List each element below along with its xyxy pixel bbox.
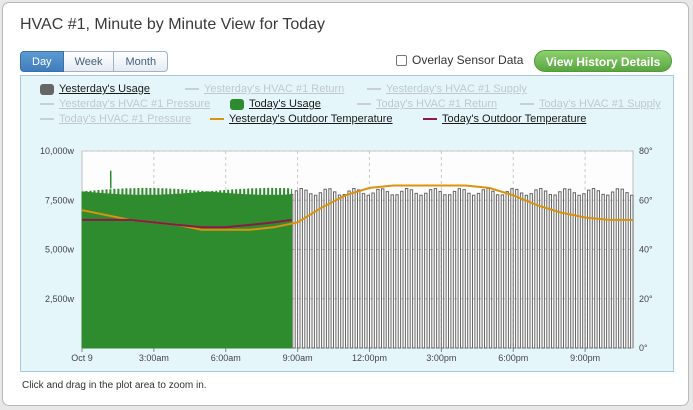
overlay-label: Overlay Sensor Data bbox=[412, 53, 524, 67]
tab-month[interactable]: Month bbox=[114, 51, 169, 72]
y-tick-label: 7,500w bbox=[45, 195, 75, 205]
x-tick-label: 6:00am bbox=[211, 353, 241, 363]
x-tick-label: 12:00pm bbox=[352, 353, 387, 363]
zoom-hint: Click and drag in the plot area to zoom … bbox=[22, 380, 207, 391]
chart-area[interactable]: Yesterday's Usage Yesterday's HVAC #1 Ret… bbox=[20, 75, 674, 372]
y2-tick-label: 80° bbox=[639, 146, 653, 156]
y2-tick-label: 40° bbox=[639, 245, 653, 255]
x-tick-label: 6:00pm bbox=[498, 353, 528, 363]
x-tick-label: 3:00am bbox=[139, 353, 169, 363]
y2-tick-label: 20° bbox=[639, 294, 653, 304]
usage-series-line bbox=[81, 187, 293, 349]
overlay-checkbox[interactable] bbox=[396, 54, 407, 66]
y2-tick-label: 0° bbox=[639, 343, 648, 353]
range-tabs: Day Week Month bbox=[20, 51, 169, 72]
x-tick-label: 9:00pm bbox=[570, 353, 600, 363]
y-tick-label: 2,500w bbox=[45, 294, 75, 304]
view-history-button[interactable]: View History Details bbox=[534, 50, 672, 72]
page-title: HVAC #1, Minute by Minute View for Today bbox=[20, 16, 326, 33]
y2-tick-label: 60° bbox=[639, 195, 653, 205]
x-tick-label: 9:00am bbox=[283, 353, 313, 363]
tab-week[interactable]: Week bbox=[63, 51, 115, 72]
usage-chart[interactable]: 10,000w 7,500w 5,000w 2,500w 80° 60° 40° 20° 0° O… bbox=[21, 76, 673, 371]
tab-day[interactable]: Day bbox=[20, 51, 64, 72]
x-tick-label: 3:00pm bbox=[426, 353, 456, 363]
overlay-sensor-toggle[interactable]: Overlay Sensor Data bbox=[396, 53, 523, 67]
usage-panel: HVAC #1, Minute by Minute View for Today… bbox=[2, 2, 689, 406]
y-tick-label: 5,000w bbox=[45, 245, 75, 255]
x-tick-label: Oct 9 bbox=[71, 353, 93, 363]
y-tick-label: 10,000w bbox=[40, 146, 75, 156]
